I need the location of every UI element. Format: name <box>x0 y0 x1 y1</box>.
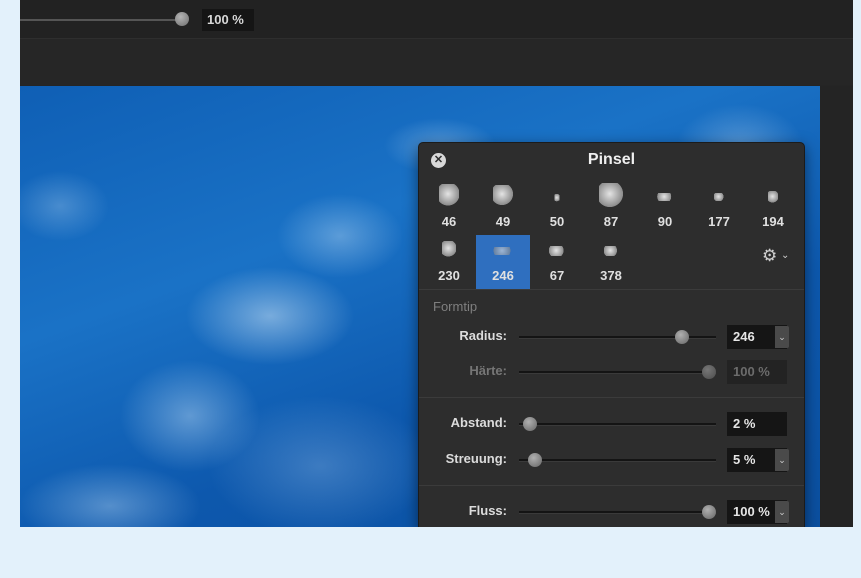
brush-thumbnail <box>714 193 724 201</box>
abstand-row: Abstand: 2 % <box>419 411 804 437</box>
brush-size-label: 67 <box>549 268 565 283</box>
brush-preset[interactable]: 90 <box>638 181 692 235</box>
brush-size-label: 90 <box>657 214 673 229</box>
streuung-slider-knob[interactable] <box>528 453 543 467</box>
brush-panel: ✕ Pinsel 46 49 50 87 90 177 194 230 246 … <box>418 142 805 527</box>
radius-slider-knob[interactable] <box>674 330 689 344</box>
brush-thumbnail <box>439 184 459 206</box>
top-options-bar: 100 % <box>20 0 853 39</box>
gear-icon: ⚙ <box>762 246 778 265</box>
brush-options-menu[interactable]: ⚙ ⌄ <box>760 246 794 269</box>
section-label-formtip: Formtip <box>433 299 478 314</box>
fluss-label: Fluss: <box>468 503 507 518</box>
fluss-slider-knob[interactable] <box>702 505 716 519</box>
brush-thumbnail <box>493 185 513 205</box>
brush-preset[interactable]: 49 <box>476 181 530 235</box>
streuung-dropdown-chevron-icon[interactable]: ⌄ <box>775 449 789 471</box>
brush-size-label: 194 <box>762 214 784 229</box>
opacity-slider-knob[interactable] <box>175 12 189 26</box>
brush-thumbnail <box>768 191 778 203</box>
brush-preset[interactable]: 67 <box>530 235 584 289</box>
brush-thumbnail <box>549 246 565 256</box>
fluss-row: Fluss: 100 % ⌄ <box>419 499 804 525</box>
haerte-row: Härte: 100 % <box>419 359 804 385</box>
brush-thumbnail <box>442 241 456 257</box>
abstand-value-field[interactable]: 2 % <box>727 412 787 436</box>
brush-size-label: 87 <box>603 214 619 229</box>
haerte-label: Härte: <box>469 363 507 378</box>
abstand-slider-track[interactable] <box>519 423 716 426</box>
brush-size-label: 378 <box>600 268 622 283</box>
streuung-row: Streuung: 5 % ⌄ <box>419 447 804 473</box>
streuung-slider-track[interactable] <box>519 459 716 462</box>
opacity-value-field[interactable]: 100 % <box>202 9 254 31</box>
canvas-scroll-edge <box>820 86 853 527</box>
brush-size-label: 46 <box>441 214 457 229</box>
brush-size-label: 50 <box>549 214 565 229</box>
brush-preset[interactable]: 50 <box>530 181 584 235</box>
brush-preset-selected[interactable]: 246 <box>476 235 530 289</box>
brush-thumbnail <box>657 193 673 201</box>
brush-thumbnail <box>599 183 623 207</box>
panel-title: Pinsel <box>587 151 636 168</box>
radius-row: Radius: 246 ⌄ <box>419 324 804 350</box>
haerte-slider-track <box>519 371 716 374</box>
radius-dropdown-chevron-icon[interactable]: ⌄ <box>775 326 789 348</box>
haerte-value-field: 100 % <box>727 360 787 384</box>
brush-preset[interactable]: 177 <box>692 181 746 235</box>
radius-label: Radius: <box>459 328 507 343</box>
panel-header: ✕ Pinsel <box>419 143 804 177</box>
brush-thumbnail <box>554 194 560 202</box>
brush-thumbnail <box>493 247 513 255</box>
brush-preset[interactable]: 378 <box>584 235 638 289</box>
brush-preset[interactable]: 194 <box>746 181 800 235</box>
brush-preset[interactable]: 46 <box>422 181 476 235</box>
abstand-slider-knob[interactable] <box>522 417 537 431</box>
brush-preset[interactable]: 87 <box>584 181 638 235</box>
fluss-slider-track[interactable] <box>519 511 716 514</box>
fluss-dropdown-chevron-icon[interactable]: ⌄ <box>775 501 789 523</box>
divider <box>419 397 804 398</box>
opacity-slider-track[interactable] <box>20 19 182 21</box>
brush-presets-grid: 46 49 50 87 90 177 194 230 246 67 378 <box>419 181 804 289</box>
brush-thumbnail <box>604 246 618 256</box>
abstand-label: Abstand: <box>450 415 507 430</box>
divider <box>419 289 804 290</box>
brush-size-label: 230 <box>438 268 460 283</box>
brush-size-label: 246 <box>492 268 514 283</box>
app-window: 100 % ✕ Pinsel 46 49 50 87 90 177 194 23… <box>20 0 853 527</box>
chevron-down-icon: ⌄ <box>781 250 790 261</box>
haerte-slider-knob <box>702 365 716 379</box>
tool-strip <box>20 39 853 85</box>
brush-preset[interactable]: 230 <box>422 235 476 289</box>
brush-size-label: 49 <box>495 214 511 229</box>
streuung-label: Streuung: <box>445 451 507 466</box>
divider <box>419 485 804 486</box>
brush-size-label: 177 <box>708 214 730 229</box>
